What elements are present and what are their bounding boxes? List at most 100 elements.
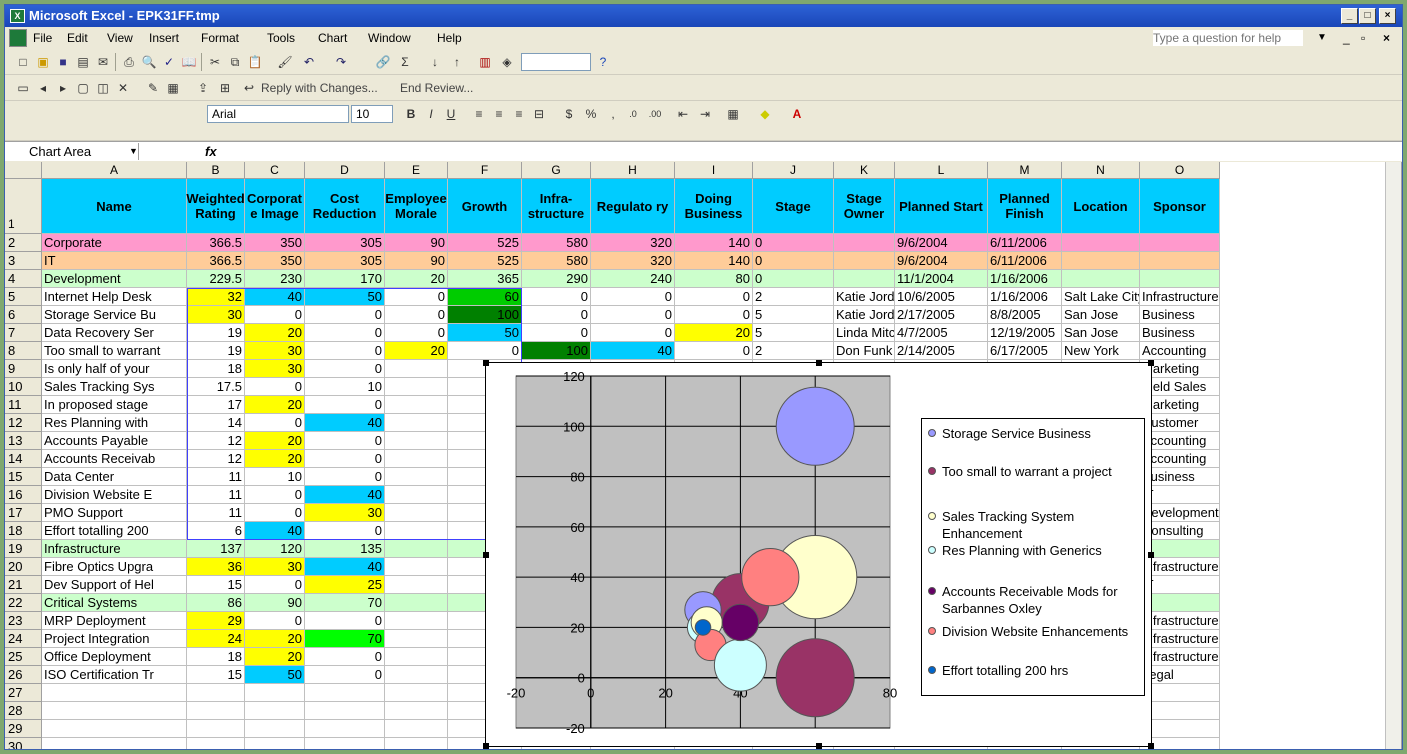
increase-indent-icon[interactable]: ⇥	[697, 106, 713, 122]
undo-icon[interactable]: ↶	[301, 54, 317, 70]
cell[interactable]: 0	[385, 288, 448, 306]
menu-edit[interactable]: Edit	[67, 27, 88, 49]
cell[interactable]: 19	[187, 324, 245, 342]
cell[interactable]: 320	[591, 234, 675, 252]
cell[interactable]: 20	[245, 450, 305, 468]
cell[interactable]: 40	[305, 486, 385, 504]
row-header[interactable]: 5	[5, 288, 42, 306]
cell[interactable]	[385, 738, 448, 749]
cell[interactable]: 9/6/2004	[895, 234, 988, 252]
cell[interactable]: 0	[305, 612, 385, 630]
cell[interactable]: 0	[305, 666, 385, 684]
cell[interactable]: 135	[305, 540, 385, 558]
cell[interactable]: 0	[245, 378, 305, 396]
cell[interactable]: Project Integration	[42, 630, 187, 648]
cell[interactable]	[42, 720, 187, 738]
legend-item[interactable]: Sales Tracking System Enhancement	[928, 508, 1138, 542]
resize-handle[interactable]	[1148, 360, 1154, 366]
cell[interactable]	[187, 738, 245, 749]
cell[interactable]: 0	[305, 648, 385, 666]
cell[interactable]: 0	[305, 342, 385, 360]
cell[interactable]	[834, 270, 895, 288]
cell[interactable]: IT	[42, 252, 187, 270]
cell[interactable]: 2	[753, 288, 834, 306]
cell[interactable]	[245, 738, 305, 749]
cell[interactable]: Business	[1140, 306, 1220, 324]
cell[interactable]: 0	[522, 306, 591, 324]
row-header[interactable]: 27	[5, 684, 42, 702]
column-header[interactable]: D	[305, 162, 385, 179]
cell[interactable]: 0	[245, 612, 305, 630]
cell[interactable]	[385, 630, 448, 648]
resize-handle[interactable]	[1148, 743, 1154, 749]
cell[interactable]	[834, 234, 895, 252]
new-comment-icon[interactable]: ▭	[15, 80, 31, 96]
cell[interactable]: 6/17/2005	[988, 342, 1062, 360]
cell[interactable]: 580	[522, 252, 591, 270]
workbook-close-icon[interactable]: ×	[1383, 27, 1390, 49]
cell[interactable]: 30	[245, 558, 305, 576]
reviewing-pane-icon[interactable]: ▦	[165, 80, 181, 96]
hyperlink-icon[interactable]: 🔗	[375, 54, 391, 70]
cell[interactable]: PMO Support	[42, 504, 187, 522]
end-review-button[interactable]: End Review...	[400, 81, 473, 95]
legend-item[interactable]: Accounts Receivable Mods for Sarbannes O…	[928, 583, 1138, 617]
cell[interactable]	[1140, 234, 1220, 252]
resize-handle[interactable]	[1148, 552, 1154, 558]
cell[interactable]: Data Recovery Ser	[42, 324, 187, 342]
row-header[interactable]: 13	[5, 432, 42, 450]
row-header[interactable]: 3	[5, 252, 42, 270]
row-header[interactable]: 15	[5, 468, 42, 486]
cell[interactable]: 0	[305, 324, 385, 342]
cell[interactable]: 8/8/2005	[988, 306, 1062, 324]
align-center-icon[interactable]: ≡	[491, 106, 507, 122]
cell[interactable]: Katie Jordan	[834, 306, 895, 324]
cell[interactable]: 1/16/2006	[988, 288, 1062, 306]
cell[interactable]: 0	[245, 414, 305, 432]
row-header[interactable]: 16	[5, 486, 42, 504]
cell[interactable]: 350	[245, 234, 305, 252]
cell[interactable]: 20	[385, 270, 448, 288]
cell[interactable]: 0	[305, 396, 385, 414]
cell[interactable]: 40	[245, 522, 305, 540]
cell[interactable]: 0	[305, 468, 385, 486]
cell[interactable]: 50	[245, 666, 305, 684]
cell[interactable]: 36	[187, 558, 245, 576]
permission-icon[interactable]: ▤	[75, 54, 91, 70]
cell[interactable]: 86	[187, 594, 245, 612]
cell[interactable]: 10	[245, 468, 305, 486]
cell[interactable]: 0	[305, 450, 385, 468]
resize-handle[interactable]	[483, 552, 489, 558]
row-header[interactable]: 28	[5, 702, 42, 720]
row-header[interactable]: 7	[5, 324, 42, 342]
cell[interactable]: 0	[591, 288, 675, 306]
drawing-icon[interactable]: ◈	[499, 54, 515, 70]
cell[interactable]: MRP Deployment	[42, 612, 187, 630]
cell[interactable]: 90	[385, 252, 448, 270]
cell[interactable]: Corporate	[42, 234, 187, 252]
print-preview-icon[interactable]: 🔍	[141, 54, 157, 70]
zoom-select[interactable]	[521, 53, 591, 71]
cell[interactable]: 140	[675, 234, 753, 252]
cell[interactable]: 15	[187, 666, 245, 684]
cell[interactable]: 5	[753, 306, 834, 324]
borders-icon[interactable]: ▦	[725, 106, 741, 122]
name-box[interactable]: Chart Area	[9, 143, 139, 160]
cell[interactable]	[305, 702, 385, 720]
cell[interactable]: 40	[305, 558, 385, 576]
next-comment-icon[interactable]: ▸	[55, 80, 71, 96]
cell[interactable]: 15	[187, 576, 245, 594]
cell[interactable]: 0	[245, 486, 305, 504]
send-icon[interactable]: ⇪	[195, 80, 211, 96]
cell[interactable]: 32	[187, 288, 245, 306]
cell[interactable]	[305, 738, 385, 749]
row-header[interactable]: 4	[5, 270, 42, 288]
cell[interactable]: 0	[753, 234, 834, 252]
cell[interactable]: 11	[187, 468, 245, 486]
row-header[interactable]: 26	[5, 666, 42, 684]
cell[interactable]: 14	[187, 414, 245, 432]
close-button[interactable]: ×	[1379, 8, 1396, 24]
legend-item[interactable]: Effort totalling 200 hrs	[928, 662, 1138, 679]
show-comment-icon[interactable]: ▢	[75, 80, 91, 96]
align-left-icon[interactable]: ≡	[471, 106, 487, 122]
